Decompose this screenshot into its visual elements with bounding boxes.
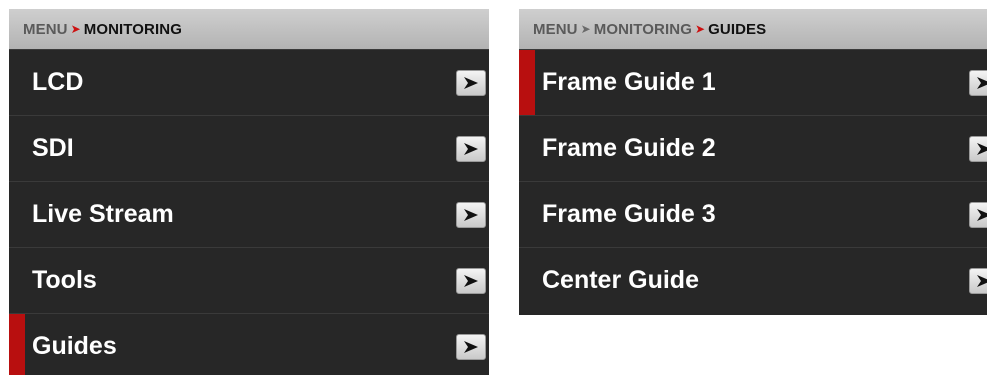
chevron-right-icon xyxy=(977,143,987,155)
submenu-arrow-button[interactable] xyxy=(456,334,486,360)
menu-item-live-stream[interactable]: Live Stream xyxy=(9,181,489,247)
menu-item-label: Tools xyxy=(32,266,97,294)
menu-item-label: Frame Guide 2 xyxy=(542,134,716,162)
menu-item-frame-guide-3[interactable]: Frame Guide 3 xyxy=(519,181,987,247)
breadcrumb: MENU ➤ MONITORING xyxy=(9,9,489,49)
menu-item-label: Center Guide xyxy=(542,266,699,294)
chevron-right-icon: ➤ xyxy=(694,22,706,36)
menu-item-frame-guide-1[interactable]: Frame Guide 1 xyxy=(519,49,987,115)
menu-item-label: Frame Guide 3 xyxy=(542,200,716,228)
submenu-arrow-button[interactable] xyxy=(456,136,486,162)
breadcrumb: MENU ➤ MONITORING ➤ GUIDES xyxy=(519,9,987,49)
submenu-arrow-button[interactable] xyxy=(969,70,987,96)
chevron-right-icon: ➤ xyxy=(70,22,81,36)
submenu-arrow-button[interactable] xyxy=(969,136,987,162)
menu-item-label: Frame Guide 1 xyxy=(542,68,716,96)
chevron-right-icon: ➤ xyxy=(580,22,591,36)
menu-item-lcd[interactable]: LCD xyxy=(9,49,489,115)
submenu-arrow-button[interactable] xyxy=(456,268,486,294)
submenu-arrow-button[interactable] xyxy=(969,202,987,228)
chevron-right-icon xyxy=(464,77,478,89)
submenu-arrow-button[interactable] xyxy=(456,202,486,228)
menu-item-sdi[interactable]: SDI xyxy=(9,115,489,181)
submenu-arrow-button[interactable] xyxy=(456,70,486,96)
breadcrumb-item-guides: GUIDES xyxy=(708,20,767,38)
menu-item-tools[interactable]: Tools xyxy=(9,247,489,313)
chevron-right-icon xyxy=(977,209,987,221)
chevron-right-icon xyxy=(464,275,478,287)
menu-item-center-guide[interactable]: Center Guide xyxy=(519,247,987,313)
breadcrumb-item-menu[interactable]: MENU xyxy=(23,21,68,38)
breadcrumb-item-menu[interactable]: MENU xyxy=(533,21,578,38)
monitoring-menu-panel: MENU ➤ MONITORING LCD SDI Live Stream To… xyxy=(9,9,489,375)
chevron-right-icon xyxy=(464,143,478,155)
breadcrumb-item-monitoring: MONITORING xyxy=(83,20,182,38)
chevron-right-icon xyxy=(977,275,987,287)
chevron-right-icon xyxy=(464,341,478,353)
menu-item-label: SDI xyxy=(32,134,74,162)
menu-item-label: Live Stream xyxy=(32,200,174,228)
menu-item-label: Guides xyxy=(32,332,117,360)
chevron-right-icon xyxy=(977,77,987,89)
selection-indicator xyxy=(519,50,535,115)
selection-indicator xyxy=(9,314,25,375)
guides-menu-panel: MENU ➤ MONITORING ➤ GUIDES Frame Guide 1… xyxy=(519,9,987,315)
menu-item-label: LCD xyxy=(32,68,84,96)
chevron-right-icon xyxy=(464,209,478,221)
menu-item-guides[interactable]: Guides xyxy=(9,313,489,375)
breadcrumb-item-monitoring[interactable]: MONITORING xyxy=(594,21,692,38)
menu-item-frame-guide-2[interactable]: Frame Guide 2 xyxy=(519,115,987,181)
submenu-arrow-button[interactable] xyxy=(969,268,987,294)
